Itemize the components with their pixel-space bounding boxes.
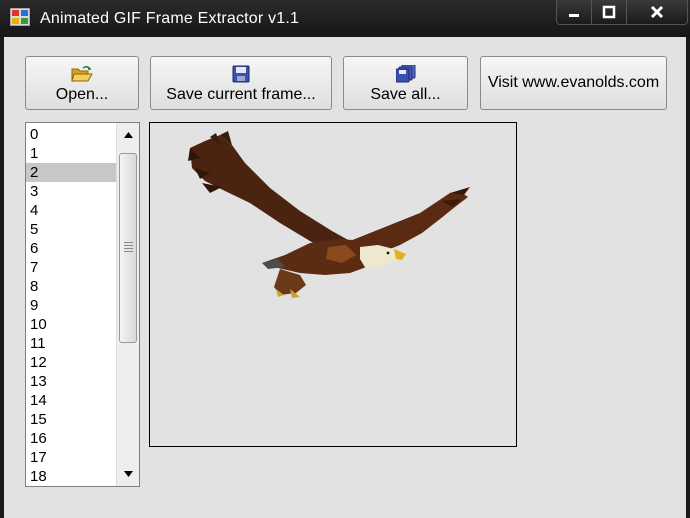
frame-list-item[interactable]: 18 [26,467,116,486]
save-current-frame-label: Save current frame... [166,86,316,103]
scroll-grip-icon [124,242,133,254]
folder-open-icon [71,64,93,84]
chevron-up-icon [123,132,133,138]
frame-list-item[interactable]: 3 [26,182,116,201]
close-icon [650,5,664,19]
frame-list-item[interactable]: 5 [26,220,116,239]
app-icon [9,7,31,27]
frame-list[interactable]: 0 1 2 3 4 5 6 7 8 9 10 11 12 13 14 15 16 17 18 [25,122,140,487]
eagle-frame-image [188,131,470,298]
frame-list-item[interactable]: 1 [26,144,116,163]
multiple-floppy-icon [395,64,416,84]
frame-list-item[interactable]: 11 [26,334,116,353]
frame-list-item[interactable]: 6 [26,239,116,258]
maximize-button[interactable] [592,0,627,24]
frame-list-item[interactable]: 14 [26,391,116,410]
minimize-button[interactable] [557,0,592,24]
floppy-disk-icon [232,64,250,84]
frame-list-item[interactable]: 16 [26,429,116,448]
visit-website-label: Visit www.evanolds.com [487,74,660,91]
close-button[interactable] [627,0,687,24]
minimize-icon [569,14,579,17]
visit-website-button[interactable]: Visit www.evanolds.com [480,56,667,110]
frame-list-item[interactable]: 2 [26,163,116,182]
title-bar[interactable]: Animated GIF Frame Extractor v1.1 [0,0,690,37]
frame-list-item[interactable]: 17 [26,448,116,467]
save-all-button[interactable]: Save all... [343,56,468,110]
frame-preview [149,122,517,447]
frame-list-item[interactable]: 0 [26,125,116,144]
save-current-frame-button[interactable]: Save current frame... [150,56,332,110]
scroll-thumb[interactable] [119,153,137,343]
frame-list-item[interactable]: 9 [26,296,116,315]
window-controls [556,0,688,25]
frame-list-item[interactable]: 10 [26,315,116,334]
frame-list-scrollbar[interactable] [116,123,139,486]
maximize-icon [602,5,616,19]
save-all-label: Save all... [370,86,441,103]
frame-list-item[interactable]: 15 [26,410,116,429]
frame-list-item[interactable]: 12 [26,353,116,372]
open-button-label: Open... [55,86,109,103]
frame-list-item[interactable]: 13 [26,372,116,391]
frame-list-item[interactable]: 7 [26,258,116,277]
open-button[interactable]: Open... [25,56,139,110]
chevron-down-icon [123,471,133,477]
frame-list-item[interactable]: 4 [26,201,116,220]
frame-list-items: 0 1 2 3 4 5 6 7 8 9 10 11 12 13 14 15 16 17 18 [26,125,116,486]
scroll-up-button[interactable] [117,125,139,145]
frame-list-item[interactable]: 8 [26,277,116,296]
window-title: Animated GIF Frame Extractor v1.1 [40,10,300,27]
scroll-down-button[interactable] [117,464,139,484]
